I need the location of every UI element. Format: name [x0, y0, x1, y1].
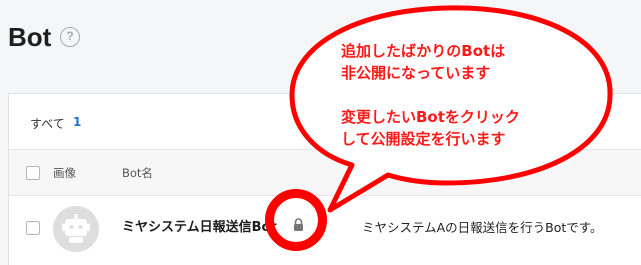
annotation-line-1: 追加したばかりのBotは — [341, 42, 506, 60]
annotation-text: 追加したばかりのBotは 非公開になっています 変更したいBotをクリック して… — [341, 40, 601, 150]
highlight-circle — [265, 189, 327, 251]
annotation-line-4: して公開設定を行います — [341, 130, 506, 148]
annotation-line-2: 非公開になっています — [341, 64, 491, 82]
annotation-line-3: 変更したいBotをクリック — [341, 108, 520, 126]
